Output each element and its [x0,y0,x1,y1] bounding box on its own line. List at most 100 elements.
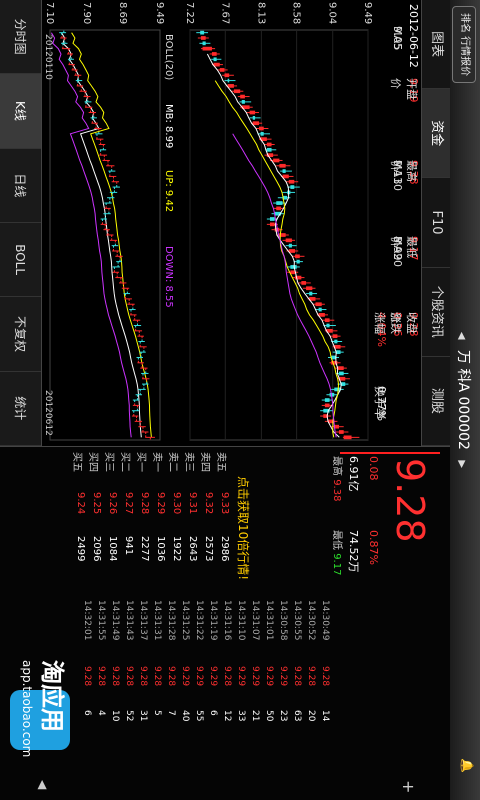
tick-volume: 5 [152,710,162,716]
candle-body [296,259,300,264]
tick-price: 9.28 [124,666,134,687]
candle-body [318,307,322,312]
date-end-label: 20120612 [43,390,53,436]
add-icon[interactable]: + [399,780,418,793]
orderbook-label: 卖五 [215,452,226,472]
quote-change: 0.08 [367,456,380,481]
ad-banner[interactable]: 点击获取10倍行情! [235,476,252,580]
orderbook-volume: 2573 [203,536,214,562]
tab-stats[interactable]: 统计 [0,371,41,446]
price-tick-label: 8.58 [291,2,302,24]
candle-body [324,403,330,408]
tab-timeshare[interactable]: 分时图 [0,0,41,75]
tick-volume: 10 [110,710,120,722]
next-arrow-icon[interactable]: ▶ [456,460,467,468]
tick-time: 14:31:22 [194,600,204,641]
orderbook-row: 买二 9.27 941 [119,452,134,582]
tick-price: 9.28 [96,666,106,687]
candle-body [306,286,313,291]
tick-time: 14:31:16 [222,600,232,641]
candle-body [301,281,307,285]
price-tick-label: 7.67 [219,2,230,24]
candle-body [259,126,264,131]
bell-icon[interactable]: 🔔 [460,758,474,773]
candle-body [290,270,296,275]
candle-body [337,366,344,370]
orderbook-price: 9.28 [139,492,150,515]
tick-volume: 7 [166,710,176,716]
tick-time: 14:31:31 [152,600,162,641]
tab-kline[interactable]: K线 [0,74,41,149]
tab-boll[interactable]: BOLL [0,222,41,298]
candle-body [285,238,292,243]
orderbook-volume: 2643 [187,536,198,562]
ma5-line [206,53,342,438]
candle-body [213,57,217,62]
orderbook-price: 9.24 [75,492,86,515]
candle-body [252,115,256,120]
tick-time: 14:31:37 [138,600,148,641]
tick-volume: 52 [124,710,134,722]
orderbook-price: 9.29 [155,492,166,515]
orderbook-row: 卖一 9.29 1036 [151,452,166,582]
tick-row: 14:31:55 9.28 4 [94,600,106,770]
tick-price: 9.28 [306,666,316,687]
orderbook-volume: 2986 [219,536,230,562]
tick-time: 14:31:28 [166,600,176,641]
orderbook-volume: 1036 [155,536,166,562]
tab-no-adjust[interactable]: 不复权 [0,297,41,372]
watermark-text: 淘应用 [38,660,66,732]
candle-body [324,398,330,402]
tick-row: 14:30:49 9.28 14 [318,600,330,770]
orderbook-row: 卖三 9.31 2643 [183,452,198,582]
tick-volume: 31 [138,710,148,722]
tick-volume: 50 [264,710,274,722]
orderbook-volume: 1922 [171,536,182,562]
tick-price: 9.28 [82,666,92,687]
tick-time: 14:32:01 [82,600,92,641]
quote-amount: 6.91亿 [347,456,360,492]
tab-daily[interactable]: 日线 [0,148,41,223]
candle-body [338,430,344,434]
boll-up: UP: 9.42 [163,170,174,212]
boll-down-line [50,32,132,438]
candle-body [224,73,230,78]
orderbook-label: 卖四 [199,452,210,472]
kline-chart[interactable]: 9.49 9.04 8.58 8.13 7.67 7.22 BOLL(20) MB: 8.99… [42,0,480,446]
tick-price: 9.28 [292,666,302,687]
orderbook-row: 买四 9.25 2096 [87,452,102,582]
candle-body [343,435,352,440]
price-tick-label: 8.13 [255,2,266,24]
orderbook-price: 9.26 [107,492,118,515]
candle-body [282,169,286,173]
tick-row: 14:31:37 9.28 31 [136,600,148,770]
quote-low: 最低 9.17 [331,530,342,576]
orderbook-label: 卖三 [183,452,194,472]
boll-mb: MB: 8.99 [163,104,174,148]
candle-body [288,179,295,184]
tick-time: 14:31:19 [208,600,218,641]
orderbook-price: 9.27 [123,492,134,515]
tick-row: 14:31:16 9.28 12 [220,600,232,770]
date-start-label: 20120110 [43,34,53,80]
candle-body [266,147,272,152]
orderbook-row: 卖五 9.33 2986 [215,452,230,582]
tick-volume: 33 [236,710,246,722]
tick-volume: 6 [208,710,218,716]
candle-body [334,339,338,344]
back-icon[interactable]: ◀ [36,780,50,789]
price-tick-label: 9.04 [327,2,338,24]
tick-price: 9.29 [264,666,274,687]
candle-body [211,52,217,56]
tick-row: 14:32:01 9.28 6 [80,600,92,770]
candle-body [309,291,313,296]
quote-pct: 0.87% [367,530,380,565]
tick-price: 9.29 [250,666,260,687]
orderbook-row: 卖四 9.32 2573 [199,452,214,582]
candle-body [266,142,272,147]
ma10-line [214,80,340,438]
quote-high: 最高 9.38 [331,456,342,502]
tick-volume: 63 [292,710,302,722]
tick-time: 14:31:10 [236,600,246,641]
orderbook-row: 买五 9.24 2499 [71,452,86,582]
